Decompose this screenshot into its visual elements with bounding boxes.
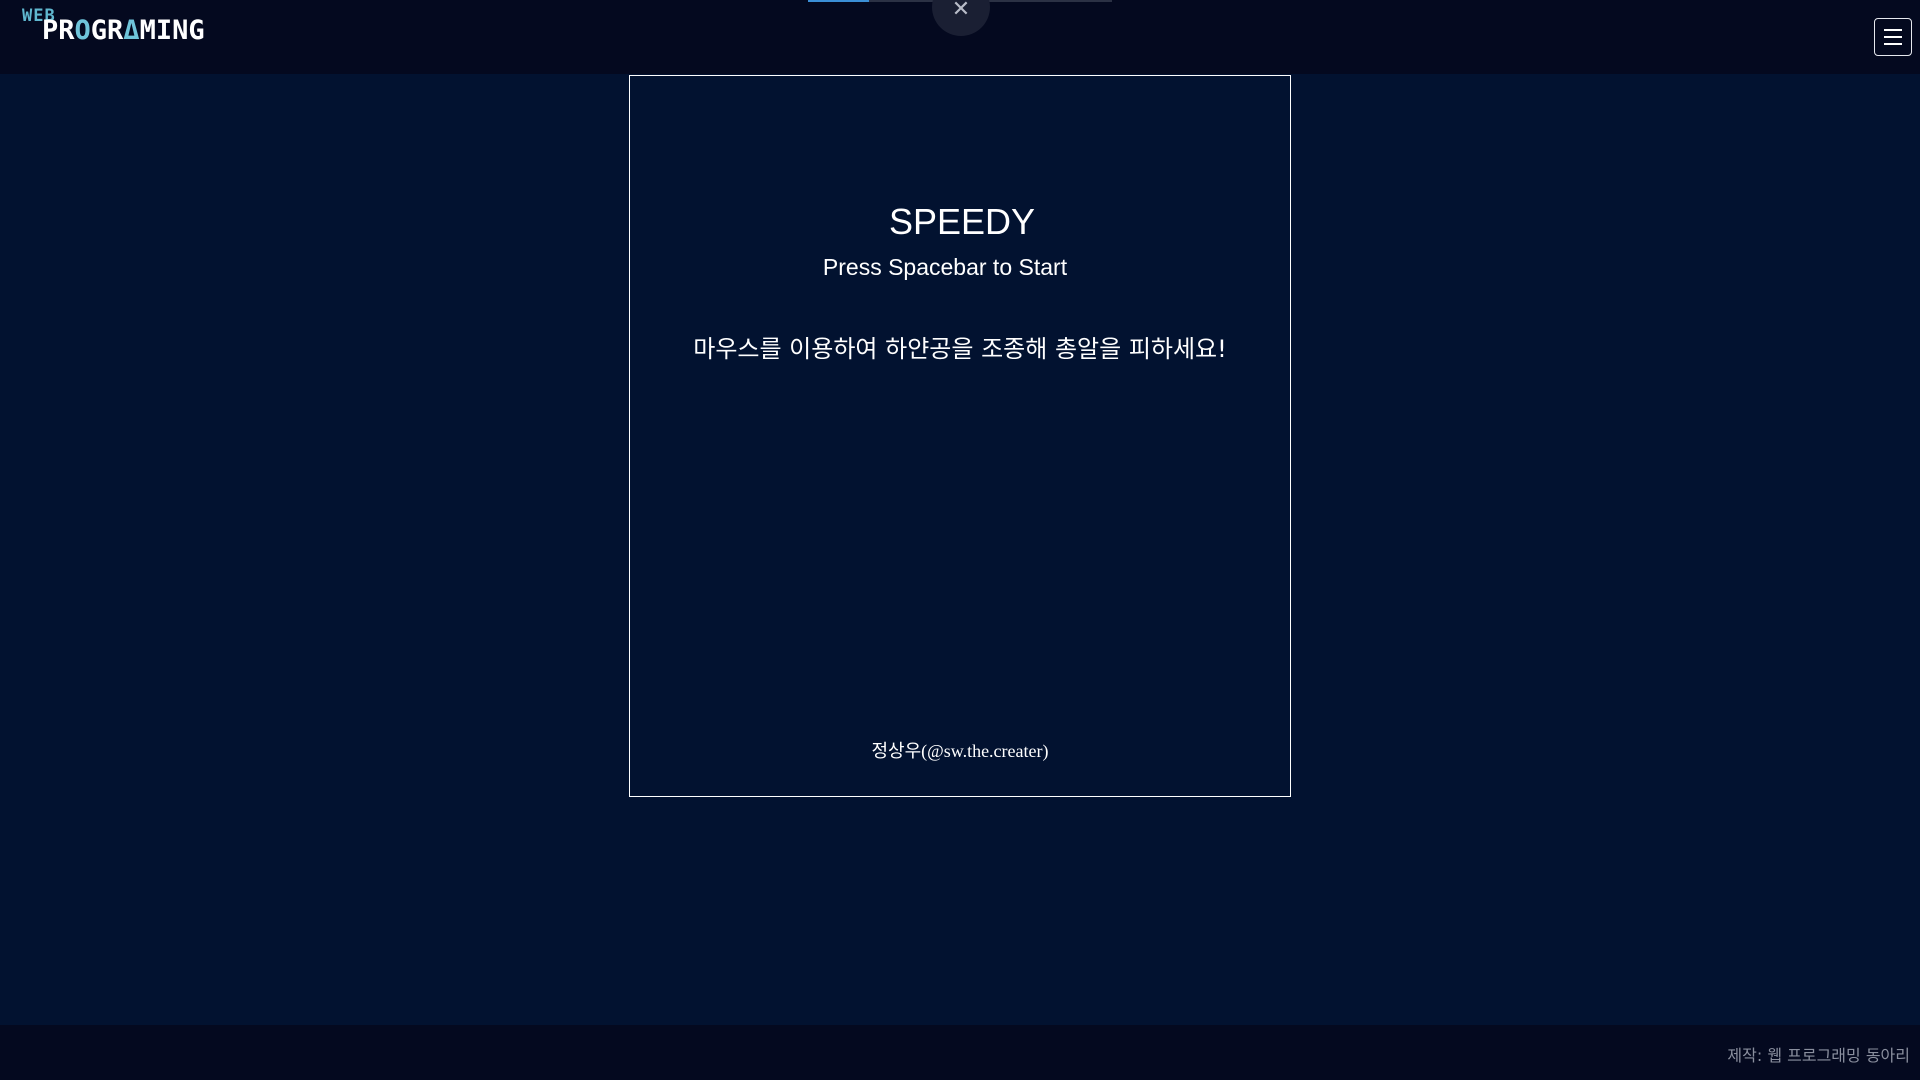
close-button[interactable]: ✕ [932, 0, 990, 36]
hamburger-menu-icon-line-3 [1884, 43, 1902, 45]
game-instruction: 마우스를 이용하여 하얀공을 조종해 총알을 피하세요! [693, 335, 1227, 363]
logo-part-1: PR [42, 15, 75, 46]
logo-programing-text: PROGRΔMING [42, 15, 205, 46]
logo-part-3: GR [90, 15, 124, 46]
game-start-prompt: Press Spacebar to Start [822, 254, 1068, 280]
game-title: SPEEDY [888, 201, 1036, 242]
logo-part-2: O [74, 15, 91, 46]
footer: 제작: 웹 프로그래밍 동아리 [0, 1025, 1920, 1080]
footer-credit: 제작: 웹 프로그래밍 동아리 [1727, 1046, 1910, 1065]
hamburger-menu-icon-line-2 [1884, 36, 1902, 38]
top-navigation-bar: WEB PROGRΔMING ✕ [0, 0, 1920, 74]
game-canvas[interactable]: SPEEDY Press Spacebar to Start 마우스를 이용하여… [629, 75, 1291, 797]
logo-part-5: MING [139, 15, 205, 46]
site-logo[interactable]: WEB PROGRΔMING [22, 6, 252, 50]
logo-part-4: Δ [123, 15, 140, 46]
game-author-credit: 정상우(@sw.the.creater) [871, 741, 1049, 761]
hamburger-menu-button[interactable] [1874, 18, 1912, 56]
hamburger-menu-icon-line-1 [1884, 29, 1902, 31]
progress-fill [808, 0, 869, 2]
close-icon: ✕ [951, 0, 971, 22]
